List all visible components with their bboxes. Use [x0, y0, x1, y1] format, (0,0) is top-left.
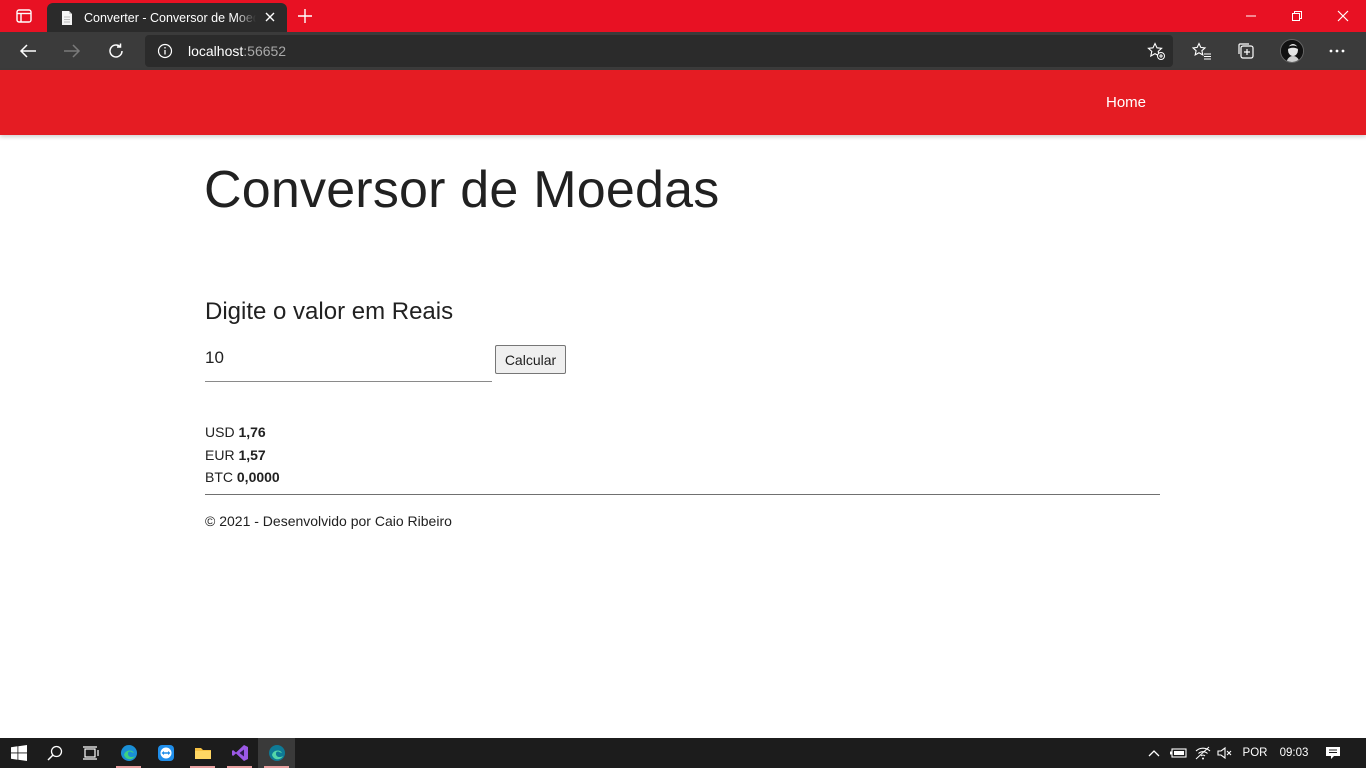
network-status[interactable] — [1192, 738, 1214, 768]
settings-more-button[interactable] — [1322, 37, 1352, 65]
start-button[interactable] — [0, 738, 37, 768]
back-arrow-icon — [19, 44, 36, 58]
volume-status[interactable] — [1214, 738, 1236, 768]
currency-value: 1,76 — [238, 424, 266, 440]
notifications-icon — [1326, 747, 1340, 759]
currency-code: BTC — [205, 469, 233, 485]
windows-logo-icon — [10, 745, 27, 761]
task-view-button[interactable] — [72, 738, 109, 768]
more-options-icon — [1329, 49, 1345, 53]
input-language-indicator[interactable]: POR — [1238, 738, 1272, 768]
show-hidden-icons-button[interactable] — [1144, 738, 1164, 768]
profile-avatar[interactable] — [1280, 39, 1304, 63]
footer-divider — [205, 494, 1160, 495]
site-info-icon[interactable] — [157, 43, 173, 59]
calculate-button[interactable]: Calcular — [495, 345, 566, 374]
page-favicon-icon — [62, 10, 72, 25]
amount-label: Digite o valor em Reais — [205, 298, 454, 325]
tab-actions-button[interactable] — [10, 6, 38, 26]
result-row-usd: USD 1,76 — [205, 421, 280, 444]
conversion-results: USD 1,76 EUR 1,57 BTC 0,0000 — [205, 421, 280, 489]
battery-icon — [1170, 748, 1187, 758]
close-window-button[interactable] — [1320, 0, 1366, 32]
tab-title: Converter - Conversor de Moedas — [84, 10, 256, 25]
minimize-icon — [1246, 15, 1256, 17]
restore-icon — [1292, 11, 1302, 21]
address-bar[interactable]: localhost:56652 — [145, 35, 1173, 67]
close-window-icon — [1337, 10, 1349, 22]
currency-code: USD — [205, 424, 235, 440]
taskbar-file-explorer-app[interactable] — [184, 738, 221, 768]
url-host: localhost — [188, 43, 244, 59]
visual-studio-icon — [231, 745, 248, 761]
browser-tab[interactable]: Converter - Conversor de Moedas — [47, 3, 287, 32]
windows-taskbar: POR 09:03 — [0, 738, 1366, 768]
restore-button[interactable] — [1274, 0, 1320, 32]
browser-title-bar: Converter - Conversor de Moedas — [0, 0, 1366, 32]
edge-dev-browser-icon — [268, 745, 285, 761]
favorites-icon — [1192, 42, 1211, 60]
tab-actions-icon — [16, 9, 32, 23]
favorites-button[interactable] — [1187, 37, 1217, 65]
collections-icon — [1238, 43, 1254, 59]
footer-text: © 2021 - Desenvolvido por Caio Ribeiro — [205, 513, 452, 529]
clock[interactable]: 09:03 — [1276, 738, 1312, 768]
currency-value: 1,57 — [238, 446, 266, 463]
task-view-icon — [82, 746, 99, 760]
battery-status[interactable] — [1168, 738, 1190, 768]
taskbar-edge-dev-app[interactable] — [258, 738, 295, 768]
result-row-btc: BTC 0,0000 — [205, 466, 280, 489]
currency-value: 0,0000 — [236, 469, 280, 485]
taskbar-edge-app[interactable] — [110, 738, 147, 768]
wifi-icon — [1195, 746, 1211, 760]
amount-input[interactable] — [205, 343, 492, 382]
forward-arrow-icon — [64, 44, 81, 58]
profile-avatar-icon — [1281, 40, 1303, 62]
collections-button[interactable] — [1231, 37, 1261, 65]
forward-button[interactable] — [57, 37, 87, 65]
chevron-up-icon — [1148, 750, 1160, 757]
site-navbar: Home — [0, 70, 1366, 135]
result-row-eur: EUR 1,57 — [205, 444, 280, 467]
page-title: Conversor de Moedas — [204, 161, 720, 219]
search-icon — [46, 745, 62, 761]
teamviewer-icon — [157, 745, 174, 761]
url-port: :56652 — [243, 43, 287, 59]
refresh-icon — [109, 43, 123, 58]
folder-icon — [194, 748, 211, 759]
search-button[interactable] — [36, 738, 73, 768]
browser-toolbar: localhost:56652 — [0, 32, 1366, 70]
add-favorite-icon[interactable] — [1147, 42, 1165, 60]
minimize-button[interactable] — [1228, 0, 1274, 32]
taskbar-visual-studio-app[interactable] — [221, 738, 258, 768]
taskbar-teamviewer-app[interactable] — [147, 738, 184, 768]
refresh-button[interactable] — [101, 37, 131, 65]
new-tab-icon[interactable] — [294, 5, 316, 27]
close-tab-icon[interactable] — [263, 10, 277, 24]
volume-muted-icon — [1217, 746, 1232, 760]
currency-code: EUR — [205, 446, 235, 463]
edge-browser-icon — [120, 745, 137, 761]
url-text: localhost:56652 — [188, 43, 286, 59]
notification-center-button[interactable] — [1318, 738, 1348, 768]
nav-home-link[interactable]: Home — [1106, 94, 1146, 111]
back-button[interactable] — [13, 37, 43, 65]
